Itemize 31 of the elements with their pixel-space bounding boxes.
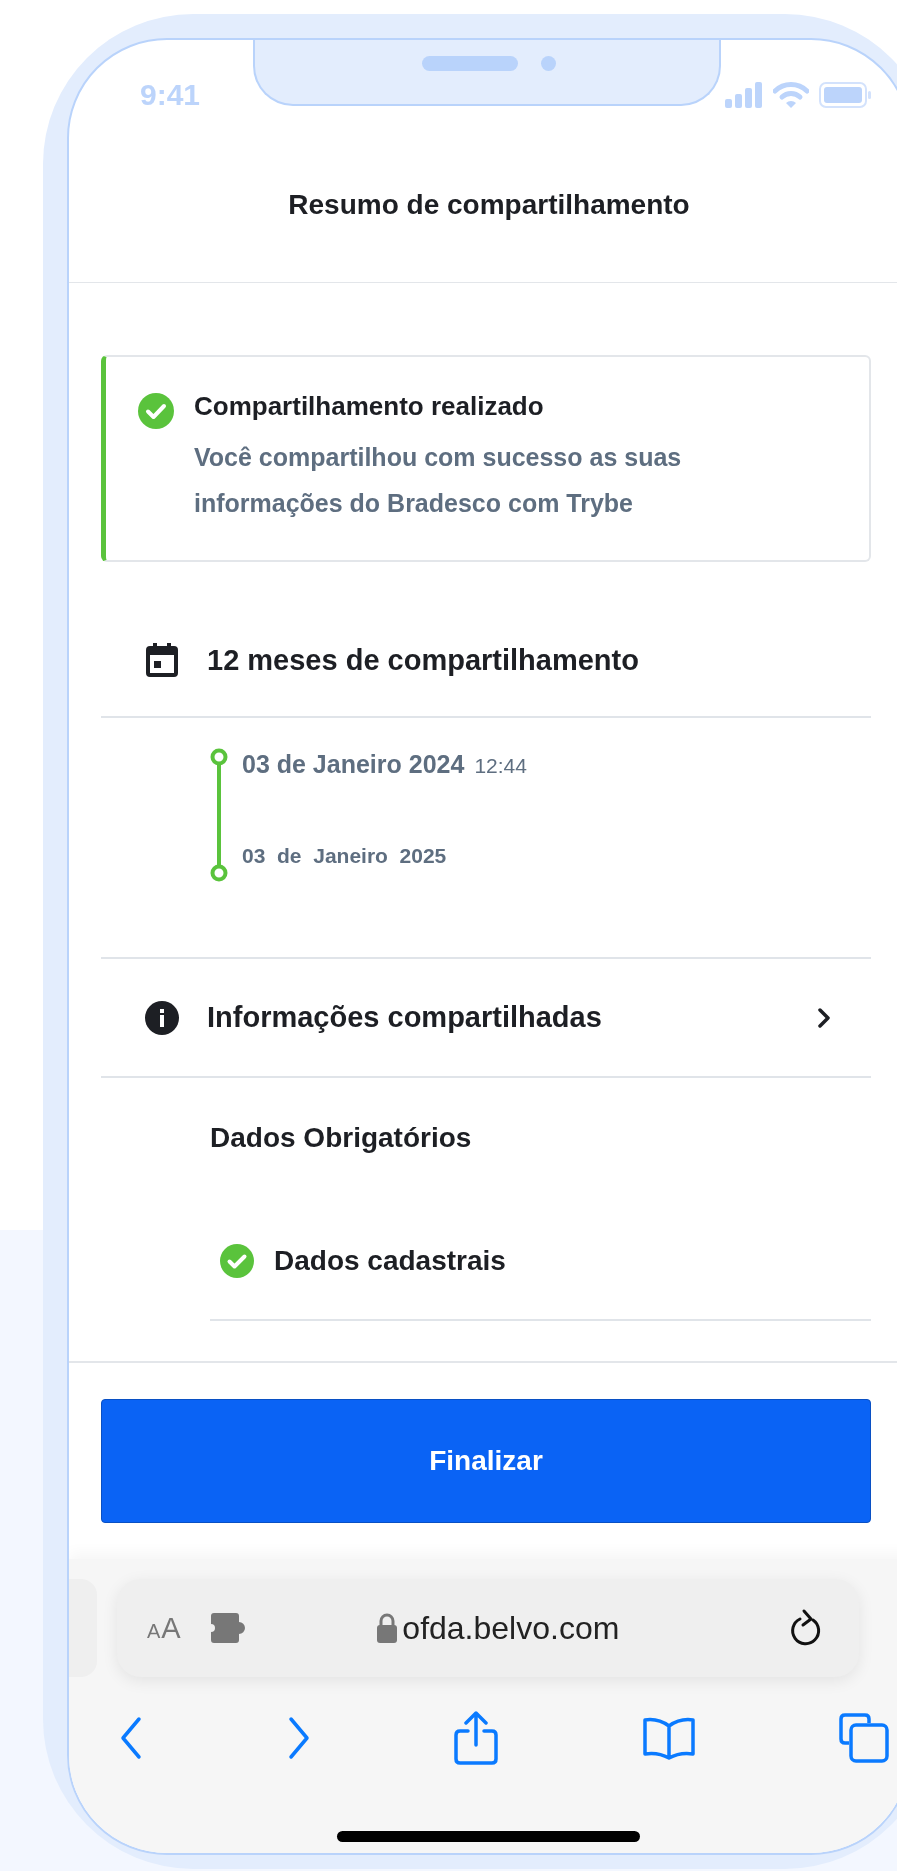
chevron-right-icon bbox=[817, 1006, 831, 1029]
end-date: 03 de Janeiro 2025 bbox=[242, 844, 448, 868]
text-size-button[interactable]: AA bbox=[147, 1611, 181, 1645]
success-title: Compartilhamento realizado bbox=[194, 391, 545, 422]
back-icon[interactable] bbox=[119, 1716, 143, 1760]
url-text: ofda.belvo.com bbox=[402, 1609, 620, 1647]
screen-title: Resumo de compartilhamento bbox=[288, 189, 690, 221]
item-label: Dados cadastrais bbox=[274, 1244, 506, 1277]
start-date: 03 de Janeiro 2024 bbox=[242, 750, 465, 779]
section-title: Dados Obrigatórios bbox=[210, 1121, 473, 1155]
forward-icon[interactable] bbox=[286, 1716, 311, 1760]
status-time: 9:41 bbox=[140, 78, 201, 112]
finalize-button[interactable]: Finalizar bbox=[101, 1399, 871, 1523]
puzzle-icon[interactable] bbox=[208, 1612, 247, 1644]
calendar-icon bbox=[145, 642, 179, 678]
lock-icon bbox=[376, 1613, 399, 1643]
info-icon bbox=[145, 1000, 179, 1035]
battery-icon bbox=[819, 81, 871, 108]
signal-icon bbox=[725, 81, 763, 108]
timeline-line-icon bbox=[210, 748, 228, 882]
shared-info-row[interactable]: Informações compartilhadas bbox=[101, 959, 871, 1078]
success-message: Você compartilhou com sucesso as suas informações do Bradesco com Trybe bbox=[194, 442, 683, 519]
wifi-icon bbox=[773, 81, 809, 108]
reload-icon[interactable] bbox=[789, 1608, 823, 1648]
start-time: 12:44 bbox=[474, 754, 527, 778]
address-bar[interactable]: AA ofda.belvo.com bbox=[117, 1579, 859, 1677]
check-circle-icon bbox=[138, 393, 174, 429]
tabs-icon[interactable] bbox=[839, 1713, 889, 1763]
share-icon[interactable] bbox=[454, 1711, 498, 1765]
period-label: 12 meses de compartilhamento bbox=[207, 643, 639, 677]
book-icon[interactable] bbox=[641, 1716, 696, 1760]
